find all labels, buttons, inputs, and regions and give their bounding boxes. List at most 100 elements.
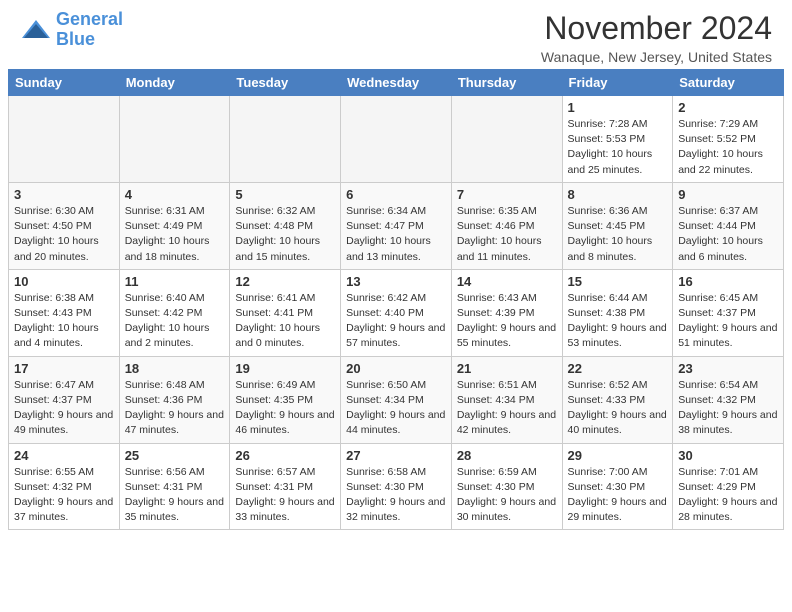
day-info: Sunrise: 6:44 AM Sunset: 4:38 PM Dayligh… [568,291,668,352]
calendar-cell [9,96,120,183]
day-number: 11 [125,274,225,289]
day-info: Sunrise: 6:57 AM Sunset: 4:31 PM Dayligh… [235,465,335,526]
calendar-cell: 17 Sunrise: 6:47 AM Sunset: 4:37 PM Dayli… [9,356,120,443]
day-number: 24 [14,448,114,463]
day-number: 21 [457,361,557,376]
day-info: Sunrise: 6:51 AM Sunset: 4:34 PM Dayligh… [457,378,557,439]
weekday-friday: Friday [562,70,673,96]
calendar-cell: 9Sunrise: 6:37 AM Sunset: 4:44 PM Daylig… [673,182,784,269]
calendar-cell: 25Sunrise: 6:56 AM Sunset: 4:31 PM Dayli… [119,443,230,530]
calendar-table: SundayMondayTuesdayWednesdayThursdayFrid… [8,69,784,530]
day-info: Sunrise: 7:28 AM Sunset: 5:53 PM Dayligh… [568,117,668,178]
logo-text2: Blue [56,30,123,50]
day-number: 8 [568,187,668,202]
week-row-3: 17 Sunrise: 6:47 AM Sunset: 4:37 PM Dayli… [9,356,784,443]
calendar-cell: 19 Sunrise: 6:49 AM Sunset: 4:35 PM Dayli… [230,356,341,443]
day-info: Sunrise: 6:47 AM Sunset: 4:37 PM Dayligh… [14,378,114,439]
calendar-cell [451,96,562,183]
logo-text: General [56,10,123,30]
day-number: 27 [346,448,446,463]
calendar-cell: 8 Sunrise: 6:36 AM Sunset: 4:45 PM Daylig… [562,182,673,269]
calendar-cell [119,96,230,183]
day-number: 28 [457,448,557,463]
day-number: 30 [678,448,778,463]
day-number: 19 [235,361,335,376]
day-info: Sunrise: 6:35 AM Sunset: 4:46 PM Dayligh… [457,204,557,265]
weekday-saturday: Saturday [673,70,784,96]
day-number: 10 [14,274,114,289]
day-info: Sunrise: 7:29 AM Sunset: 5:52 PM Dayligh… [678,117,778,178]
day-number: 25 [125,448,225,463]
day-info: Sunrise: 6:59 AM Sunset: 4:30 PM Dayligh… [457,465,557,526]
calendar-cell: 16 Sunrise: 6:45 AM Sunset: 4:37 PM Dayli… [673,269,784,356]
day-number: 5 [235,187,335,202]
calendar-cell: 3Sunrise: 6:30 AM Sunset: 4:50 PM Daylig… [9,182,120,269]
calendar-cell: 2 Sunrise: 7:29 AM Sunset: 5:52 PM Daylig… [673,96,784,183]
day-number: 20 [346,361,446,376]
day-info: Sunrise: 6:34 AM Sunset: 4:47 PM Dayligh… [346,204,446,265]
day-number: 7 [457,187,557,202]
calendar-cell [341,96,452,183]
calendar-cell: 24 Sunrise: 6:55 AM Sunset: 4:32 PM Dayli… [9,443,120,530]
day-number: 13 [346,274,446,289]
day-info: Sunrise: 6:43 AM Sunset: 4:39 PM Dayligh… [457,291,557,352]
calendar-cell: 30 Sunrise: 7:01 AM Sunset: 4:29 PM Dayli… [673,443,784,530]
weekday-thursday: Thursday [451,70,562,96]
calendar-cell: 5Sunrise: 6:32 AM Sunset: 4:48 PM Daylig… [230,182,341,269]
logo: General Blue [20,10,123,50]
calendar-cell: 29Sunrise: 7:00 AM Sunset: 4:30 PM Dayli… [562,443,673,530]
title-section: November 2024 Wanaque, New Jersey, Unite… [541,10,772,65]
calendar-cell: 26 Sunrise: 6:57 AM Sunset: 4:31 PM Dayli… [230,443,341,530]
day-number: 1 [568,100,668,115]
day-info: Sunrise: 6:45 AM Sunset: 4:37 PM Dayligh… [678,291,778,352]
weekday-header-row: SundayMondayTuesdayWednesdayThursdayFrid… [9,70,784,96]
day-info: Sunrise: 6:42 AM Sunset: 4:40 PM Dayligh… [346,291,446,352]
calendar-cell: 21 Sunrise: 6:51 AM Sunset: 4:34 PM Dayli… [451,356,562,443]
calendar-cell: 15Sunrise: 6:44 AM Sunset: 4:38 PM Dayli… [562,269,673,356]
day-number: 17 [14,361,114,376]
calendar-cell: 12 Sunrise: 6:41 AM Sunset: 4:41 PM Dayli… [230,269,341,356]
day-info: Sunrise: 6:36 AM Sunset: 4:45 PM Dayligh… [568,204,668,265]
day-info: Sunrise: 6:49 AM Sunset: 4:35 PM Dayligh… [235,378,335,439]
calendar-cell: 11Sunrise: 6:40 AM Sunset: 4:42 PM Dayli… [119,269,230,356]
calendar-cell: 23 Sunrise: 6:54 AM Sunset: 4:32 PM Dayli… [673,356,784,443]
day-number: 9 [678,187,778,202]
day-info: Sunrise: 7:01 AM Sunset: 4:29 PM Dayligh… [678,465,778,526]
day-number: 16 [678,274,778,289]
day-info: Sunrise: 6:41 AM Sunset: 4:41 PM Dayligh… [235,291,335,352]
weekday-monday: Monday [119,70,230,96]
calendar-cell: 28 Sunrise: 6:59 AM Sunset: 4:30 PM Dayli… [451,443,562,530]
day-info: Sunrise: 7:00 AM Sunset: 4:30 PM Dayligh… [568,465,668,526]
day-number: 26 [235,448,335,463]
day-number: 12 [235,274,335,289]
calendar-cell: 14 Sunrise: 6:43 AM Sunset: 4:39 PM Dayli… [451,269,562,356]
day-info: Sunrise: 6:38 AM Sunset: 4:43 PM Dayligh… [14,291,114,352]
calendar-cell: 22Sunrise: 6:52 AM Sunset: 4:33 PM Dayli… [562,356,673,443]
calendar-cell: 13 Sunrise: 6:42 AM Sunset: 4:40 PM Dayli… [341,269,452,356]
day-number: 6 [346,187,446,202]
page-header: General Blue November 2024 Wanaque, New … [0,0,792,69]
weekday-sunday: Sunday [9,70,120,96]
calendar-cell: 1 Sunrise: 7:28 AM Sunset: 5:53 PM Daylig… [562,96,673,183]
day-number: 2 [678,100,778,115]
day-info: Sunrise: 6:58 AM Sunset: 4:30 PM Dayligh… [346,465,446,526]
week-row-2: 10 Sunrise: 6:38 AM Sunset: 4:43 PM Dayli… [9,269,784,356]
calendar-wrapper: SundayMondayTuesdayWednesdayThursdayFrid… [0,69,792,538]
weekday-wednesday: Wednesday [341,70,452,96]
day-number: 23 [678,361,778,376]
calendar-cell: 7 Sunrise: 6:35 AM Sunset: 4:46 PM Daylig… [451,182,562,269]
day-info: Sunrise: 6:50 AM Sunset: 4:34 PM Dayligh… [346,378,446,439]
day-info: Sunrise: 6:54 AM Sunset: 4:32 PM Dayligh… [678,378,778,439]
day-info: Sunrise: 6:48 AM Sunset: 4:36 PM Dayligh… [125,378,225,439]
day-number: 14 [457,274,557,289]
day-info: Sunrise: 6:55 AM Sunset: 4:32 PM Dayligh… [14,465,114,526]
day-info: Sunrise: 6:52 AM Sunset: 4:33 PM Dayligh… [568,378,668,439]
week-row-1: 3Sunrise: 6:30 AM Sunset: 4:50 PM Daylig… [9,182,784,269]
weekday-tuesday: Tuesday [230,70,341,96]
month-title: November 2024 [541,10,772,47]
calendar-cell [230,96,341,183]
calendar-cell: 4Sunrise: 6:31 AM Sunset: 4:49 PM Daylig… [119,182,230,269]
calendar-cell: 10 Sunrise: 6:38 AM Sunset: 4:43 PM Dayli… [9,269,120,356]
calendar-cell: 6 Sunrise: 6:34 AM Sunset: 4:47 PM Daylig… [341,182,452,269]
week-row-4: 24 Sunrise: 6:55 AM Sunset: 4:32 PM Dayli… [9,443,784,530]
